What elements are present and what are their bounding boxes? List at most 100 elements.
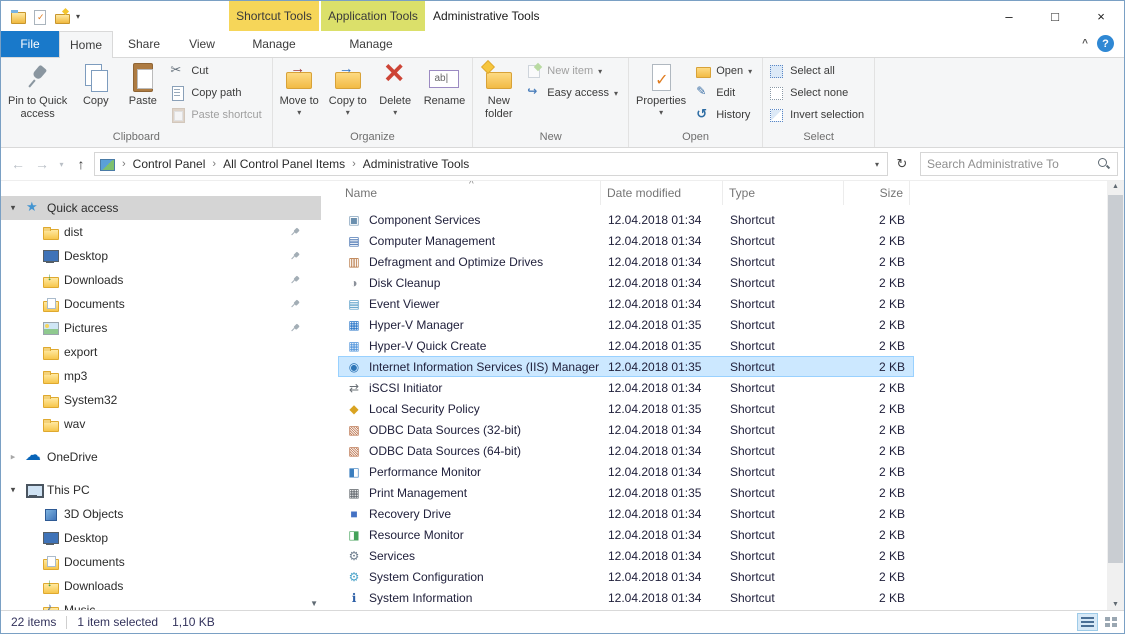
file-row-local-security-policy[interactable]: ◆Local Security Policy12.04.2018 01:35Sh… (338, 398, 914, 419)
tab-view[interactable]: View (175, 31, 229, 57)
sidebar-item-desktop[interactable]: Desktop (1, 526, 321, 550)
back-button[interactable]: ← (7, 156, 29, 172)
sidebar-item-3d-objects[interactable]: 3D Objects (1, 502, 321, 526)
file-row-defragment-and-optimize-drives[interactable]: ▥Defragment and Optimize Drives12.04.201… (338, 251, 914, 272)
file-row-iscsi-initiator[interactable]: ⇄iSCSI Initiator12.04.2018 01:34Shortcut… (338, 377, 914, 398)
sidebar-item-documents[interactable]: Documents (1, 292, 321, 316)
sidebar-item-this-pc[interactable]: ▾This PC (1, 478, 321, 502)
column-header-size[interactable]: Size (844, 181, 910, 205)
tab-manage-0[interactable]: Manage (229, 31, 319, 57)
ribbon-button-select-all[interactable]: Select all (765, 60, 872, 82)
details-view-button[interactable] (1077, 613, 1098, 631)
ribbon-button-history[interactable]: History (691, 104, 760, 126)
breadcrumb-item-all-control-panel-items[interactable]: All Control Panel Items (217, 157, 351, 171)
contextual-tab-application-tools[interactable]: Application Tools (321, 1, 425, 31)
sidebar-item-system32[interactable]: System32 (1, 388, 321, 412)
ribbon-button-delete[interactable]: Delete▾ (372, 58, 419, 130)
minimize-button[interactable]: – (986, 1, 1032, 31)
ribbon-small-column: CutCopy pathPaste shortcut (166, 58, 269, 130)
sidebar-item-downloads[interactable]: Downloads (1, 268, 321, 292)
ribbon-button-cut[interactable]: Cut (166, 60, 269, 82)
scroll-up-icon[interactable]: ▲ (1107, 183, 1124, 190)
new-folder-shortcut-icon[interactable] (54, 9, 70, 24)
scroll-down-icon[interactable]: ▼ (1107, 601, 1124, 608)
sidebar-item-mp3[interactable]: mp3 (1, 364, 321, 388)
sidebar-item-pictures[interactable]: Pictures (1, 316, 321, 340)
file-row-event-viewer[interactable]: ▤Event Viewer12.04.2018 01:34Shortcut2 K… (338, 293, 914, 314)
ribbon-button-new-folder[interactable]: Newfolder (475, 58, 522, 130)
sidebar-item-export[interactable]: export (1, 340, 321, 364)
tab-file[interactable]: File (1, 31, 59, 57)
ribbon-button-new-item[interactable]: New item▾ (522, 60, 626, 82)
file-row-recovery-drive[interactable]: ■Recovery Drive12.04.2018 01:34Shortcut2… (338, 503, 914, 524)
address-dropdown-chevron-icon[interactable]: ▾ (875, 160, 883, 169)
tab-share[interactable]: Share (113, 31, 175, 57)
file-row-print-management[interactable]: ▦Print Management12.04.2018 01:35Shortcu… (338, 482, 914, 503)
column-header-type[interactable]: Type (723, 181, 844, 205)
ribbon-button-move-to[interactable]: Move to▾ (275, 58, 324, 130)
properties-shortcut-icon[interactable] (32, 9, 48, 24)
breadcrumb-bar[interactable]: ›Control Panel›All Control Panel Items›A… (94, 152, 888, 176)
ribbon-button-select-none[interactable]: Select none (765, 82, 872, 104)
ribbon-button-copy-path[interactable]: Copy path (166, 82, 269, 104)
sidebar-item-documents[interactable]: Documents (1, 550, 321, 574)
ribbon-button-paste[interactable]: Paste (119, 58, 166, 130)
chevron-down-icon[interactable]: ▾ (7, 203, 19, 214)
up-button[interactable]: ↑ (70, 156, 92, 172)
sidebar-scroll-down-icon[interactable]: ▼ (310, 599, 318, 608)
chevron-down-icon[interactable]: ▾ (7, 485, 19, 496)
ribbon-button-properties[interactable]: Properties▾ (631, 58, 691, 130)
file-row-computer-management[interactable]: ▤Computer Management12.04.2018 01:34Shor… (338, 230, 914, 251)
tab-home[interactable]: Home (59, 31, 113, 57)
breadcrumb-item-control-panel[interactable]: Control Panel (127, 157, 212, 171)
file-row-disk-cleanup[interactable]: ◑Disk Cleanup12.04.2018 01:34Shortcut2 K… (338, 272, 914, 293)
file-row-hyper-v-quick-create[interactable]: ▦Hyper-V Quick Create12.04.2018 01:35Sho… (338, 335, 914, 356)
file-row-odbc-data-sources-64-bit[interactable]: ▧ODBC Data Sources (64-bit)12.04.2018 01… (338, 440, 914, 461)
ribbon-button-pin-to-quick-access[interactable]: Pin to Quickaccess (3, 58, 72, 130)
sidebar-item-dist[interactable]: dist (1, 220, 321, 244)
search-icon[interactable] (1097, 157, 1111, 171)
file-row-system-configuration[interactable]: ⚙System Configuration12.04.2018 01:34Sho… (338, 566, 914, 587)
vertical-scrollbar[interactable]: ▲ ▼ (1107, 181, 1124, 610)
thumbnails-view-button[interactable] (1100, 613, 1121, 631)
search-box (920, 152, 1118, 176)
ribbon-button-paste-shortcut[interactable]: Paste shortcut (166, 104, 269, 126)
sidebar-item-wav[interactable]: wav (1, 412, 321, 436)
sidebar-item-desktop[interactable]: Desktop (1, 244, 321, 268)
collapse-ribbon-chevron-icon[interactable]: ^ (1082, 38, 1088, 49)
ribbon-button-invert-selection[interactable]: Invert selection (765, 104, 872, 126)
maximize-button[interactable]: □ (1032, 1, 1078, 31)
sidebar-item-label: Documents (64, 297, 125, 311)
file-row-odbc-data-sources-32-bit[interactable]: ▧ODBC Data Sources (32-bit)12.04.2018 01… (338, 419, 914, 440)
file-row-hyper-v-manager[interactable]: ▦Hyper-V Manager12.04.2018 01:35Shortcut… (338, 314, 914, 335)
tab-manage-1[interactable]: Manage (319, 31, 423, 57)
chevron-right-icon[interactable]: ▸ (7, 452, 19, 463)
ribbon-button-edit[interactable]: Edit (691, 82, 760, 104)
file-row-performance-monitor[interactable]: ◧Performance Monitor12.04.2018 01:34Shor… (338, 461, 914, 482)
file-row-system-information[interactable]: ℹSystem Information12.04.2018 01:34Short… (338, 587, 914, 608)
scroll-thumb[interactable] (1108, 195, 1123, 563)
ribbon-button-rename[interactable]: Rename (419, 58, 471, 130)
ribbon-button-easy-access[interactable]: Easy access▾ (522, 82, 626, 104)
sidebar-item-downloads[interactable]: Downloads (1, 574, 321, 598)
sidebar-item-onedrive[interactable]: ▸OneDrive (1, 445, 321, 469)
breadcrumb-item-administrative-tools[interactable]: Administrative Tools (357, 157, 476, 171)
recent-locations-chevron-icon[interactable]: ▾ (55, 160, 68, 169)
customize-qat-chevron-icon[interactable]: ▾ (76, 12, 80, 21)
forward-button[interactable]: → (31, 156, 53, 172)
file-row-internet-information-services-iis-manager[interactable]: ◉Internet Information Services (IIS) Man… (338, 356, 914, 377)
help-icon[interactable]: ? (1097, 35, 1114, 52)
file-row-component-services[interactable]: ▣Component Services12.04.2018 01:34Short… (338, 209, 914, 230)
contextual-tab-shortcut-tools[interactable]: Shortcut Tools (229, 1, 319, 31)
ribbon-button-open[interactable]: Open▾ (691, 60, 760, 82)
ribbon-button-copy[interactable]: Copy (72, 58, 119, 130)
column-header-date-modified[interactable]: Date modified (601, 181, 723, 205)
sidebar-item-quick-access[interactable]: ▾Quick access (1, 196, 321, 220)
refresh-button[interactable]: ↻ (891, 156, 913, 172)
close-button[interactable]: × (1078, 1, 1124, 31)
ribbon-button-copy-to[interactable]: Copy to▾ (324, 58, 372, 130)
sidebar-item-music[interactable]: Music (1, 598, 321, 610)
search-input[interactable] (921, 157, 1097, 171)
file-row-services[interactable]: ⚙Services12.04.2018 01:34Shortcut2 KB (338, 545, 914, 566)
file-row-resource-monitor[interactable]: ◨Resource Monitor12.04.2018 01:34Shortcu… (338, 524, 914, 545)
